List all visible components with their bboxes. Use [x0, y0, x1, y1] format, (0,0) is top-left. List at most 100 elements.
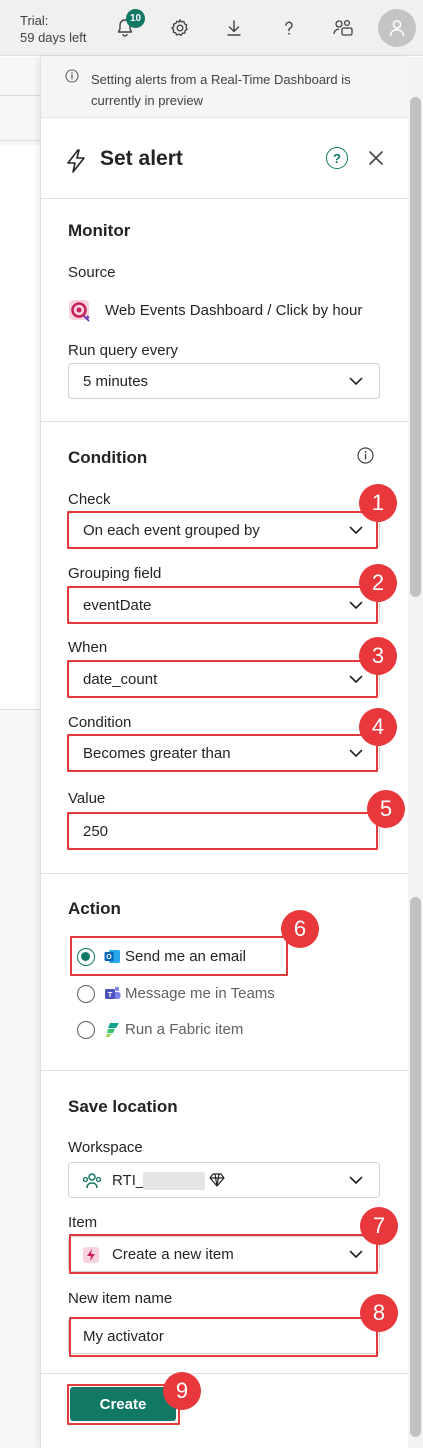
check-label: Check — [68, 491, 111, 508]
preview-banner-text: Setting alerts from a Real-Time Dashboar… — [91, 72, 351, 108]
fabric-item-label[interactable]: Run a Fabric item — [125, 1021, 243, 1038]
new-item-name-value: My activator — [83, 1328, 164, 1345]
run-query-value: 5 minutes — [83, 373, 149, 390]
scrollbar-thumb[interactable] — [410, 97, 421, 597]
fabric-icon — [106, 1023, 119, 1037]
download-button[interactable] — [220, 14, 248, 42]
scrollbar-thumb[interactable] — [410, 897, 421, 1437]
item-value: Create a new item — [112, 1246, 234, 1263]
radio-fabric-item[interactable] — [77, 1021, 95, 1039]
close-icon[interactable] — [366, 148, 386, 168]
top-bar: Trial: 59 days left 10 — [0, 0, 423, 56]
monitor-section-title: Monitor — [68, 221, 131, 240]
settings-button[interactable] — [166, 14, 194, 42]
svg-text:T: T — [108, 990, 113, 999]
teams-label[interactable]: Message me in Teams — [125, 985, 275, 1002]
workspace-label: Workspace — [68, 1139, 143, 1156]
chevron-down-icon — [349, 749, 363, 757]
svg-text:O: O — [106, 954, 112, 961]
info-icon[interactable] — [357, 447, 374, 464]
callout-number: 2 — [359, 564, 397, 602]
chevron-down-icon — [349, 377, 363, 385]
callout-number: 4 — [359, 708, 397, 746]
value-label: Value — [68, 790, 106, 807]
callout-number: 3 — [359, 637, 397, 675]
chevron-down-icon — [349, 526, 363, 534]
section-divider — [41, 1373, 408, 1374]
save-location-section-title: Save location — [68, 1097, 178, 1116]
background-divider — [0, 95, 40, 96]
item-dropdown[interactable]: Create a new item — [68, 1236, 380, 1272]
panel-scrollbar[interactable] — [408, 57, 423, 1448]
callout-number: 1 — [359, 484, 397, 522]
grouping-field-dropdown[interactable]: eventDate — [68, 587, 380, 623]
dashboard-icon — [69, 300, 90, 322]
callout-number: 8 — [360, 1294, 398, 1332]
value-input-text: 250 — [83, 823, 109, 840]
trial-status: Trial: 59 days left — [20, 12, 87, 46]
when-label: When — [68, 639, 108, 656]
condition-dropdown[interactable]: Becomes greater than — [68, 735, 380, 771]
send-email-label[interactable]: Send me an email — [125, 948, 246, 965]
notification-count-badge: 10 — [126, 9, 145, 28]
new-item-name-input[interactable]: My activator — [68, 1318, 380, 1354]
user-avatar[interactable] — [378, 9, 416, 47]
callout-number: 5 — [367, 790, 405, 828]
panel-help-button[interactable]: ? — [326, 147, 348, 169]
chevron-down-icon — [349, 1250, 363, 1258]
grouping-field-label: Grouping field — [68, 565, 162, 582]
source-value: Web Events Dashboard / Click by hour — [105, 302, 363, 319]
background-card — [0, 145, 40, 710]
background-page — [0, 57, 40, 1448]
gear-icon — [171, 19, 188, 37]
condition-value: Becomes greater than — [83, 745, 231, 762]
outlook-icon: O — [104, 950, 120, 963]
chevron-down-icon — [349, 601, 363, 609]
notifications-button[interactable]: 10 — [111, 9, 145, 42]
download-icon — [227, 20, 241, 36]
chevron-down-icon — [349, 1176, 363, 1184]
share-people-icon — [333, 19, 353, 36]
workspace-value: RTI_ — [112, 1172, 145, 1189]
diamond-icon — [209, 1173, 225, 1187]
info-icon — [65, 69, 79, 83]
lightning-bolt-icon — [67, 149, 85, 173]
radio-teams[interactable] — [77, 985, 95, 1003]
section-divider — [41, 198, 408, 199]
check-dropdown[interactable]: On each event grouped by — [68, 512, 380, 548]
section-divider — [41, 1070, 408, 1071]
action-section-title: Action — [68, 899, 121, 918]
share-button[interactable] — [329, 14, 357, 42]
trial-label: Trial: — [20, 13, 49, 28]
set-alert-panel: Setting alerts from a Real-Time Dashboar… — [40, 57, 408, 1448]
trial-days-left: 59 days left — [20, 30, 87, 45]
user-avatar-icon — [389, 20, 405, 37]
workspace-dropdown[interactable]: RTI_ — [68, 1162, 380, 1198]
callout-number: 7 — [360, 1207, 398, 1245]
when-dropdown[interactable]: date_count — [68, 661, 380, 697]
activator-icon — [83, 1247, 99, 1263]
create-button[interactable]: Create — [70, 1387, 176, 1421]
condition-section-title: Condition — [68, 448, 148, 467]
chevron-down-icon — [349, 675, 363, 683]
help-button[interactable] — [275, 14, 303, 42]
run-query-label: Run query every — [68, 342, 179, 359]
preview-banner: Setting alerts from a Real-Time Dashboar… — [41, 57, 408, 118]
new-item-name-label: New item name — [68, 1290, 173, 1307]
callout-number: 6 — [281, 910, 319, 948]
callout-number: 9 — [163, 1372, 201, 1410]
check-value: On each event grouped by — [83, 522, 260, 539]
run-query-dropdown[interactable]: 5 minutes — [68, 363, 380, 399]
when-value: date_count — [83, 671, 158, 688]
section-divider — [41, 873, 408, 874]
redacted-text — [143, 1172, 205, 1190]
source-label: Source — [68, 264, 116, 281]
value-input[interactable]: 250 — [68, 813, 380, 849]
condition-label: Condition — [68, 714, 132, 731]
help-icon — [285, 21, 293, 35]
section-divider — [41, 421, 408, 422]
item-label: Item — [68, 1214, 98, 1231]
panel-title: Set alert — [100, 147, 183, 170]
teams-icon: T — [105, 986, 121, 999]
radio-send-email[interactable] — [77, 948, 95, 966]
